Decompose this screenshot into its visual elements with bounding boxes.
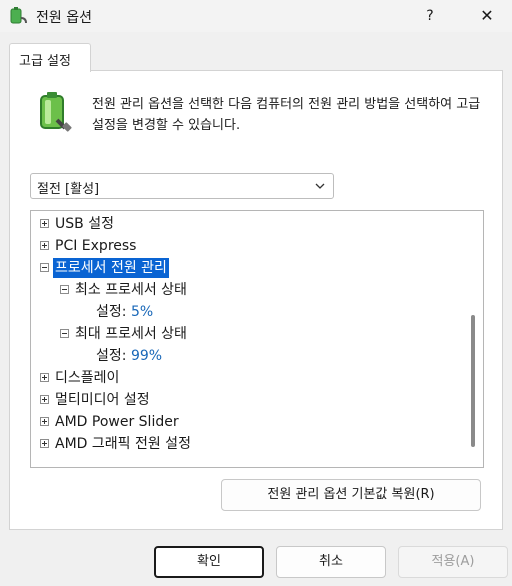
ok-button[interactable]: 확인 — [154, 546, 264, 578]
expand-icon[interactable] — [40, 373, 49, 382]
collapse-icon[interactable] — [60, 329, 69, 338]
expand-icon[interactable] — [40, 439, 49, 448]
collapse-icon[interactable] — [60, 285, 69, 294]
description-text: 전원 관리 옵션을 선택한 다음 컴퓨터의 전원 관리 방법을 선택하여 고급 … — [92, 97, 481, 133]
tab-label: 고급 설정 — [19, 54, 71, 69]
collapse-icon[interactable] — [40, 263, 49, 272]
battery-plug-icon — [40, 92, 72, 132]
chevron-down-icon — [315, 183, 325, 189]
cancel-button[interactable]: 취소 — [276, 546, 386, 578]
setting-value[interactable]: 99% — [131, 348, 162, 364]
power-plan-value: 절전 [활성] — [37, 182, 100, 197]
help-button[interactable]: ? — [416, 4, 444, 28]
power-options-icon — [10, 7, 27, 24]
tree-scrollbar[interactable] — [471, 315, 475, 447]
close-button[interactable]: ✕ — [472, 4, 502, 28]
expand-icon[interactable] — [40, 417, 49, 426]
power-plan-dropdown[interactable]: 절전 [활성] — [30, 173, 334, 199]
restore-defaults-button[interactable]: 전원 관리 옵션 기본값 복원(R) — [221, 479, 481, 511]
tab-advanced-settings[interactable]: 고급 설정 — [9, 43, 91, 72]
expand-icon[interactable] — [40, 395, 49, 404]
setting-value[interactable]: 5% — [131, 304, 153, 320]
expand-icon[interactable] — [40, 241, 49, 250]
expand-icon[interactable] — [40, 219, 49, 228]
title-bar: 전원 옵션 ? ✕ — [0, 0, 512, 32]
window-title: 전원 옵션 — [36, 10, 92, 26]
apply-button[interactable]: 적용(A) — [398, 546, 508, 578]
settings-tree[interactable]: USB 설정 PCI Express 프로세서 전원 관리 최소 프로세서 상태… — [30, 210, 484, 468]
